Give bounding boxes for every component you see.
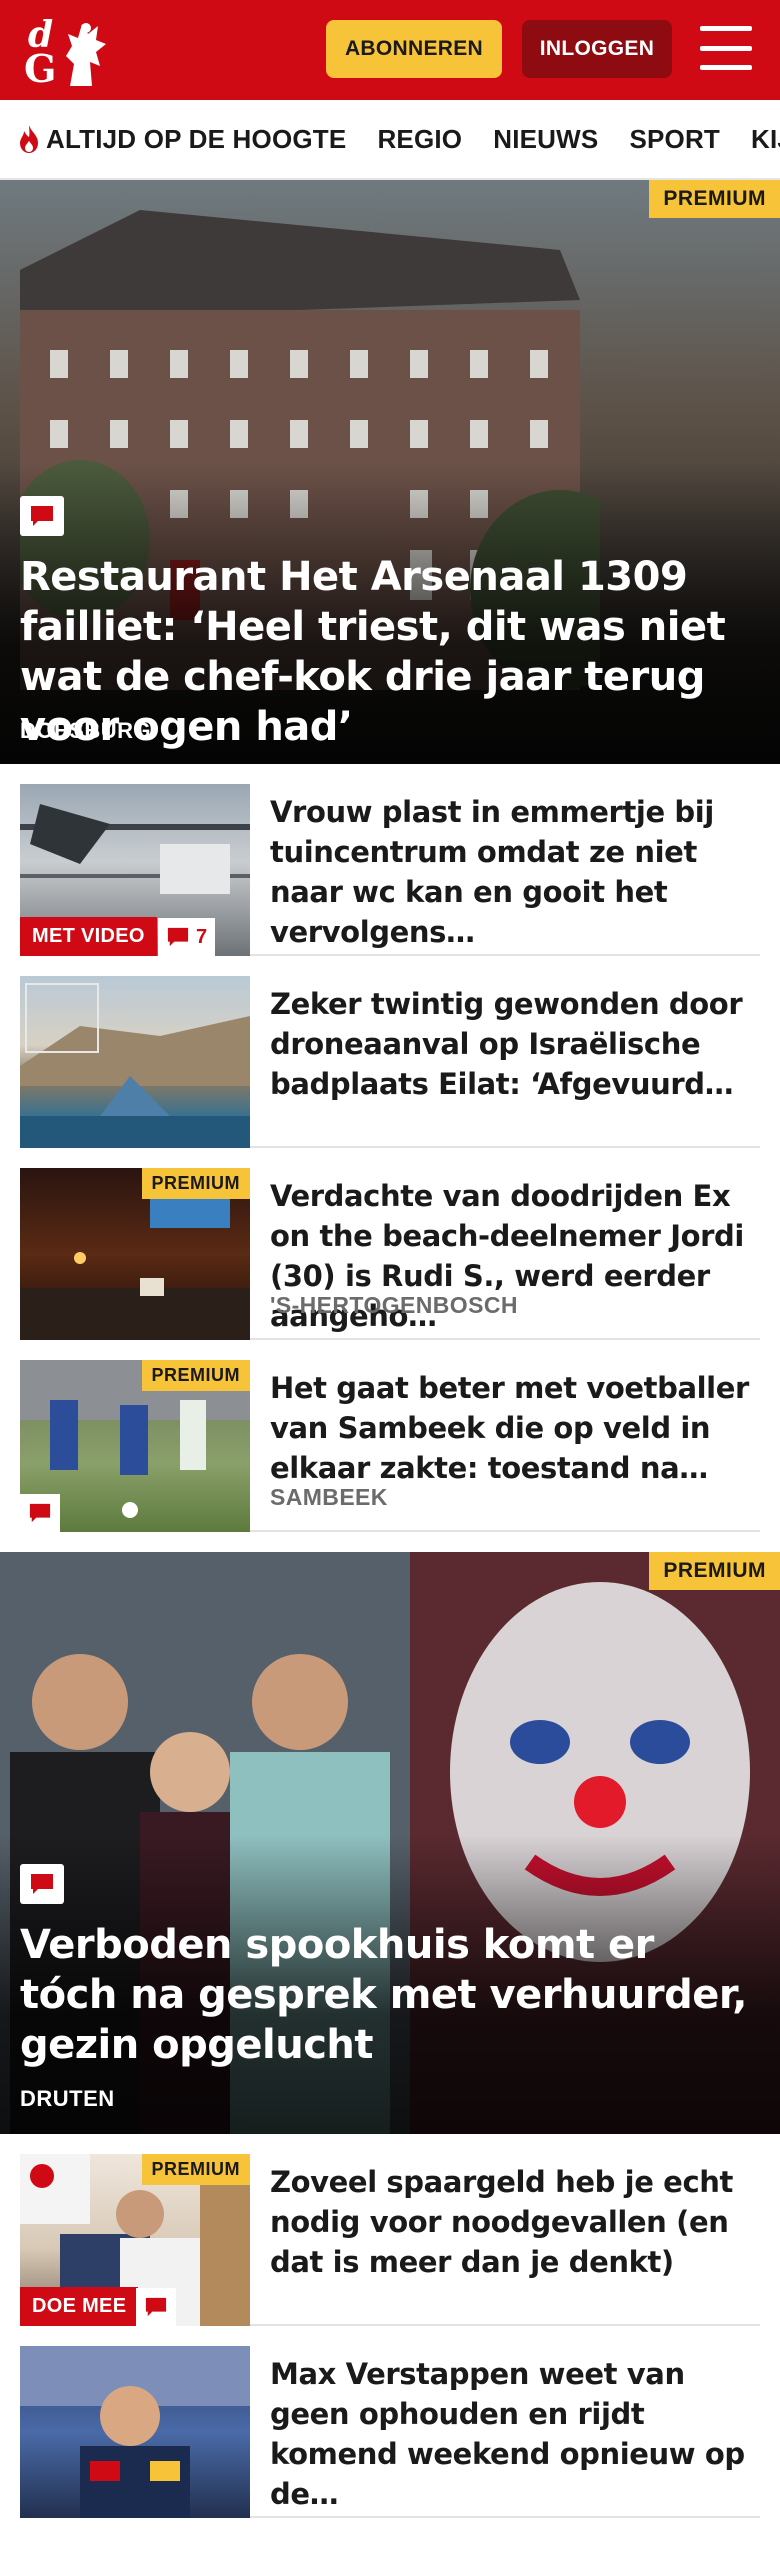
- list-item[interactable]: PREMIUM DOE MEE Zoveel spaargeld heb je …: [20, 2134, 760, 2326]
- nav-item-nieuws[interactable]: NIEUWS: [493, 124, 598, 155]
- subscribe-button[interactable]: ABONNEREN: [326, 20, 502, 78]
- article-title[interactable]: Vrouw plast in emmertje bij tuincentrum …: [270, 792, 760, 952]
- comment-count-badge: 7: [158, 918, 216, 956]
- hero-headline[interactable]: Verboden spookhuis komt er tóch na gespr…: [20, 1920, 760, 2070]
- article-title[interactable]: Max Verstappen weet van geen ophouden en…: [270, 2354, 760, 2514]
- hero-place-label: DOESBURG: [20, 718, 152, 743]
- action-badge: DOE MEE: [20, 2287, 139, 2326]
- site-header: d G ABONNEREN INLOGGEN: [0, 0, 780, 100]
- section-nav: ALTIJD OP DE HOOGTE REGIO NIEUWS SPORT K…: [0, 100, 780, 180]
- comment-icon: [20, 1494, 60, 1532]
- article-thumbnail: MET VIDEO 7: [20, 784, 250, 956]
- article-thumbnail: PREMIUM: [20, 1168, 250, 1340]
- comment-icon: [136, 2288, 176, 2326]
- site-logo[interactable]: d G: [20, 10, 116, 91]
- nav-label: ALTIJD OP DE HOOGTE: [46, 123, 347, 154]
- hero-article-spookhuis[interactable]: PREMIUM Verboden spookhuis komt er tóch …: [0, 1552, 780, 2134]
- list-item[interactable]: Zeker twintig gewonden door droneaanval …: [20, 956, 760, 1148]
- logo-knight-icon: [66, 23, 106, 86]
- article-title[interactable]: Zeker twintig gewonden door droneaanval …: [270, 984, 760, 1104]
- list-item[interactable]: Max Verstappen weet van geen ophouden en…: [20, 2326, 760, 2518]
- article-place: 'S-HERTOGENBOSCH: [270, 1292, 518, 1318]
- article-thumbnail: PREMIUM DOE MEE: [20, 2154, 250, 2326]
- article-thumbnail: PREMIUM: [20, 1360, 250, 1532]
- nav-item-regio[interactable]: REGIO: [377, 124, 462, 155]
- hero-article-arsenaal[interactable]: PREMIUM Restaurant Het Arsenaal 1309 fai…: [0, 180, 780, 764]
- nav-item-sport[interactable]: SPORT: [629, 124, 720, 155]
- premium-badge: PREMIUM: [141, 1168, 250, 1199]
- article-thumbnail: [20, 2346, 250, 2518]
- video-badge: MET VIDEO: [20, 917, 157, 956]
- comment-icon: [167, 927, 189, 947]
- login-button[interactable]: INLOGGEN: [522, 20, 672, 78]
- article-title[interactable]: Zoveel spaargeld heb je echt nodig voor …: [270, 2162, 760, 2282]
- hamburger-line: [700, 65, 752, 70]
- article-title[interactable]: Het gaat beter met voetballer van Sambee…: [270, 1368, 760, 1488]
- article-list-a: MET VIDEO 7 Vrouw plast in emmertje bij …: [0, 764, 780, 1532]
- list-item[interactable]: MET VIDEO 7 Vrouw plast in emmertje bij …: [20, 764, 760, 956]
- comment-count: 7: [196, 925, 208, 948]
- hero-place-label: DRUTEN: [20, 2086, 115, 2111]
- article-place: SAMBEEK: [270, 1484, 388, 1510]
- hamburger-line: [700, 26, 752, 31]
- article-list-b: PREMIUM DOE MEE Zoveel spaargeld heb je …: [0, 2134, 780, 2518]
- list-item[interactable]: PREMIUM Het gaat beter met voetballer va…: [20, 1340, 760, 1532]
- flame-icon: [20, 125, 38, 153]
- comment-icon: [20, 1864, 64, 1904]
- hamburger-menu-icon[interactable]: [700, 26, 752, 70]
- nav-item-altijd-op-de-hoogte[interactable]: ALTIJD OP DE HOOGTE: [16, 124, 346, 155]
- nav-item-kijk[interactable]: KIJK: [751, 124, 780, 155]
- premium-badge: PREMIUM: [649, 1552, 780, 1590]
- list-item[interactable]: PREMIUM Verdachte van doodrijden Ex on t…: [20, 1148, 760, 1340]
- article-thumbnail: [20, 976, 250, 1148]
- premium-badge: PREMIUM: [141, 2154, 250, 2185]
- logo-letter-g: G: [24, 46, 57, 91]
- comment-icon: [20, 496, 64, 536]
- hamburger-line: [700, 45, 752, 51]
- premium-badge: PREMIUM: [649, 180, 780, 218]
- thumbnail-image: [20, 2346, 250, 2518]
- thumbnail-image: [20, 983, 250, 1148]
- premium-badge: PREMIUM: [141, 1360, 250, 1391]
